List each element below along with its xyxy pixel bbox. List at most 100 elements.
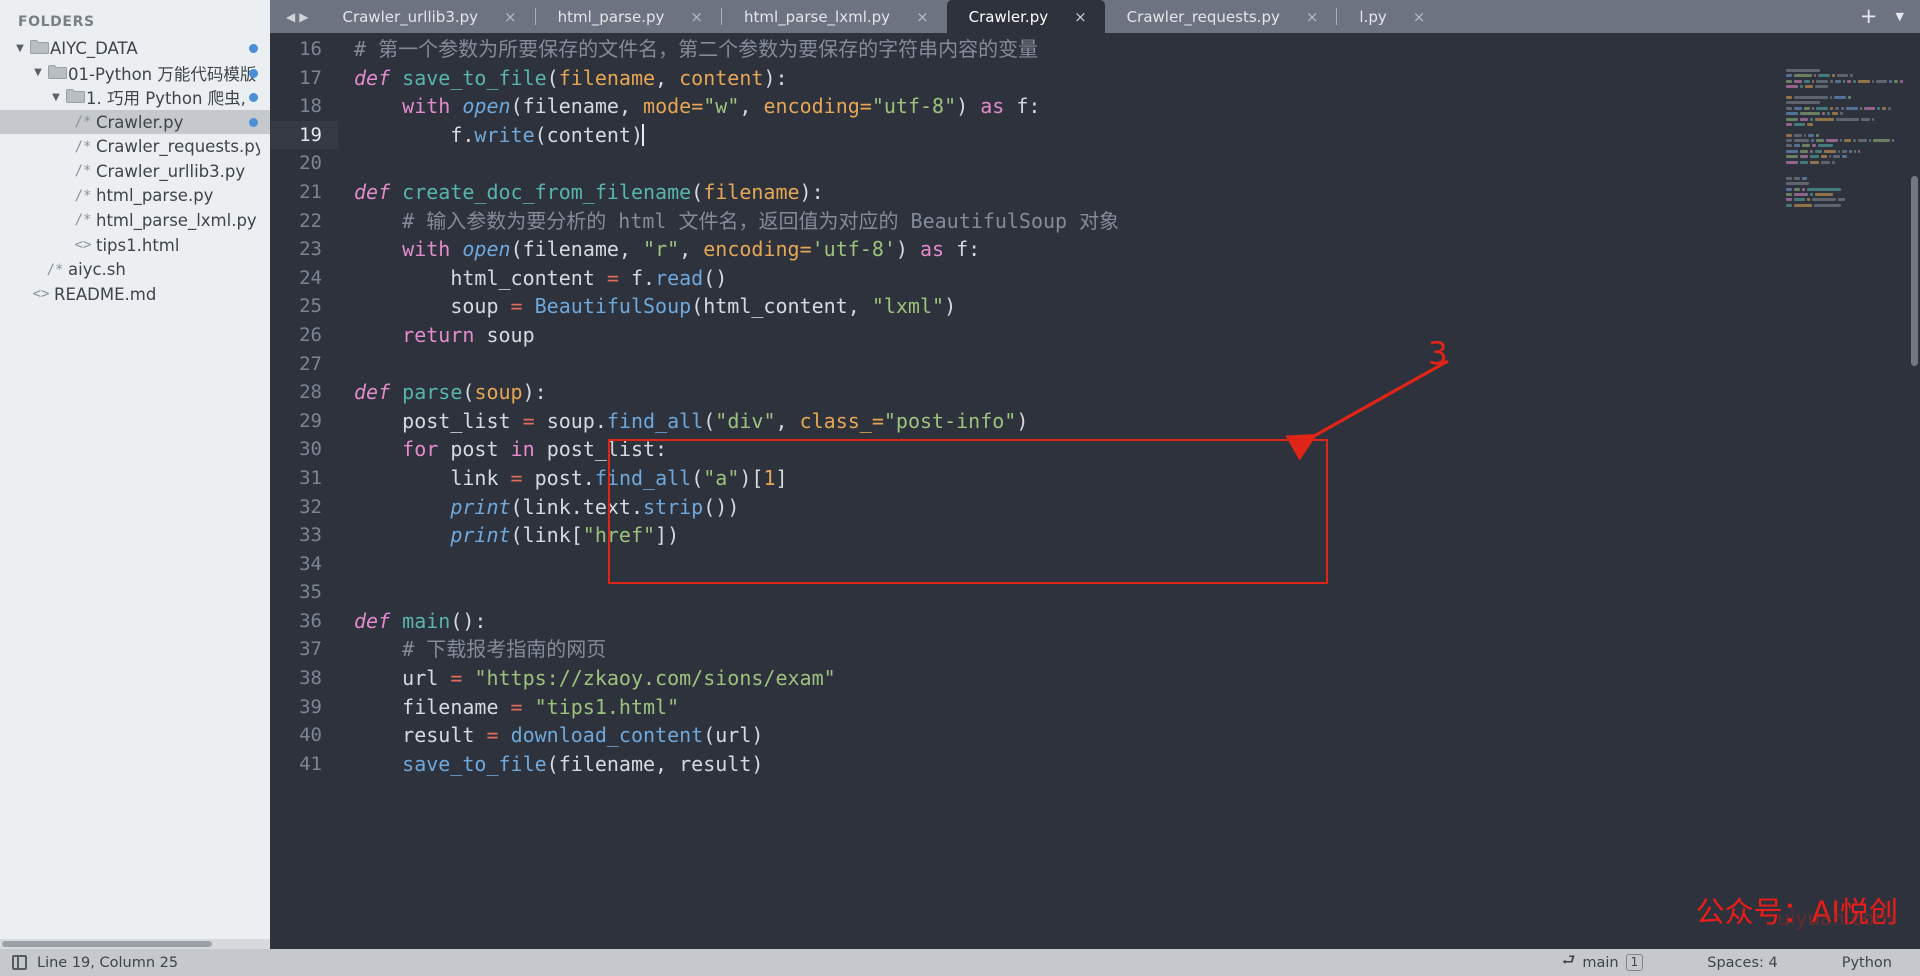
tab-close-icon[interactable]: × [504,8,535,26]
language-mode[interactable]: Python [1842,955,1892,971]
code-line-25[interactable]: 25 soup = BeautifulSoup(html_content, "l… [270,292,1920,321]
code-line-23[interactable]: 23 with open(filename, "r", encoding='ut… [270,235,1920,264]
tab-crawler-urllib3-py[interactable]: Crawler_urllib3.py × [320,0,534,33]
tree-item-html_parse.py[interactable]: /* html_parse.py [0,184,270,209]
code-line-21[interactable]: 21 def create_doc_from_filename(filename)… [270,178,1920,207]
tree-item-01-python-------[interactable]: ▼ 01-Python 万能代码模版 [0,61,270,86]
tab-prev-icon[interactable]: ◀ [286,11,295,23]
code-line-26[interactable]: 26 return soup [270,321,1920,350]
tree-item-html_parse_lxml.py[interactable]: /* html_parse_lxml.py [0,208,270,233]
tree-item-1.----python----[interactable]: ▼ 1. 巧用 Python 爬虫, [0,85,270,110]
tab-html-parse-lxml-py[interactable]: html_parse_lxml.py × [722,0,947,33]
code-line-16[interactable]: 16 # 第一个参数为所要保存的文件名，第二个参数为要保存的字符串内容的变量 [270,35,1920,64]
tree-item-label: html_parse_lxml.py [96,210,257,230]
tab-html-parse-py[interactable]: html_parse.py × [536,0,721,33]
minimap[interactable] [1786,69,1906,339]
code-text[interactable]: return soup [338,321,534,350]
code-line-41[interactable]: 41 save_to_file(filename, result) [270,750,1920,779]
code-text[interactable]: print(link["href"]) [338,521,679,550]
tree-item-crawler_urllib3.py[interactable]: /* Crawler_urllib3.py [0,159,270,184]
code-text[interactable]: filename = "tips1.html" [338,693,679,722]
code-line-28[interactable]: 28 def parse(soup): [270,378,1920,407]
tree-item-crawler.py[interactable]: /* Crawler.py [0,109,270,135]
file-tree: ▼ AIYC_DATA ▼ 01-Python 万能代码模版 ▼ 1. 巧用 Python… [0,36,270,307]
code-line-31[interactable]: 31 link = post.find_all("a")[1] [270,464,1920,493]
tab-close-icon[interactable]: × [1074,8,1105,26]
git-branch[interactable]: ⮐ main 1 [1562,950,1644,975]
tree-item-crawler_requests.py[interactable]: /* Crawler_requests.py [0,134,270,159]
sidebar-tree: FOLDERS ▼ AIYC_DATA ▼ 01-Python 万能代码模版 ▼ 1. 巧… [0,0,270,939]
code-text[interactable]: with open(filename, mode="w", encoding="… [338,92,1040,121]
code-text[interactable]: for post in post_list: [338,435,667,464]
code-line-33[interactable]: 33 print(link["href"]) [270,521,1920,550]
tree-item-aiyc_data[interactable]: ▼ AIYC_DATA [0,36,270,61]
minimap-line [1786,95,1906,99]
code-line-34[interactable]: 34 [270,550,1920,579]
code-lines[interactable]: 16 # 第一个参数为所要保存的文件名，第二个参数为要保存的字符串内容的变量 17 d… [270,33,1920,949]
tab-crawler-py[interactable]: Crawler.py × [946,0,1105,33]
code-line-30[interactable]: 30 for post in post_list: [270,435,1920,464]
code-text[interactable]: url = "https://zkaoy.com/sions/exam" [338,664,836,693]
watermark: 公众号：AI悦创 uiyuan.com [1696,889,1898,931]
expand-arrow-icon[interactable]: ▼ [48,92,64,103]
tree-item-readme.md[interactable]: <> README.md [0,282,270,307]
code-text[interactable]: print(link.text.strip()) [338,493,739,522]
tree-item-label: AIYC_DATA [50,38,138,58]
tab-close-icon[interactable]: × [916,8,947,26]
toggle-sidebar-icon[interactable] [12,955,27,970]
code-line-17[interactable]: 17 def save_to_file(filename, content): [270,64,1920,93]
code-line-27[interactable]: 27 [270,350,1920,379]
expand-arrow-icon[interactable]: ▼ [30,67,46,78]
tree-item-label: 1. 巧用 Python 爬虫, [86,89,246,109]
tree-item-tips1.html[interactable]: <> tips1.html [0,233,270,258]
minimap-line [1786,187,1906,191]
tab-l-py[interactable]: l.py × [1337,0,1443,33]
code-line-38[interactable]: 38 url = "https://zkaoy.com/sions/exam" [270,664,1920,693]
code-text[interactable]: # 下载报考指南的网页 [338,635,606,664]
code-text[interactable]: with open(filename, "r", encoding='utf-8… [338,235,980,264]
code-line-20[interactable]: 20 [270,149,1920,178]
code-text[interactable]: save_to_file(filename, result) [338,750,763,779]
code-line-32[interactable]: 32 print(link.text.strip()) [270,493,1920,522]
code-line-39[interactable]: 39 filename = "tips1.html" [270,693,1920,722]
code-text[interactable]: link = post.find_all("a")[1] [338,464,787,493]
code-line-24[interactable]: 24 html_content = f.read() [270,264,1920,293]
code-editor[interactable]: 16 # 第一个参数为所要保存的文件名，第二个参数为要保存的字符串内容的变量 17 d… [270,33,1920,949]
tab-close-icon[interactable]: × [690,8,721,26]
tab-crawler-requests-py[interactable]: Crawler_requests.py × [1105,0,1337,33]
scrollbar-thumb[interactable] [1911,176,1918,366]
code-text[interactable]: # 输入参数为要分析的 html 文件名，返回值为对应的 BeautifulSo… [338,207,1119,236]
code-line-36[interactable]: 36 def main(): [270,607,1920,636]
code-text[interactable]: post_list = soup.find_all("div", class_=… [338,407,1028,436]
code-line-35[interactable]: 35 [270,578,1920,607]
code-text[interactable]: soup = BeautifulSoup(html_content, "lxml… [338,292,956,321]
tab-menu-caret-icon[interactable]: ▼ [1896,11,1904,22]
scrollbar-thumb[interactable] [2,941,212,947]
code-text[interactable]: html_content = f.read() [338,264,727,293]
code-text[interactable]: # 第一个参数为所要保存的文件名，第二个参数为要保存的字符串内容的变量 [338,35,1038,64]
code-text[interactable]: def save_to_file(filename, content): [338,64,788,93]
tab-next-icon[interactable]: ▶ [299,11,308,23]
line-number: 19 [270,120,338,150]
tab-nav-arrows[interactable]: ◀ ▶ [270,0,320,33]
code-line-18[interactable]: 18 with open(filename, mode="w", encodin… [270,92,1920,121]
editor-vertical-scrollbar[interactable] [1909,66,1920,949]
expand-arrow-icon[interactable]: ▼ [12,43,28,54]
code-line-37[interactable]: 37 # 下载报考指南的网页 [270,635,1920,664]
code-text[interactable]: def main(): [338,607,486,636]
code-text[interactable]: def parse(soup): [338,378,547,407]
new-tab-icon[interactable]: + [1860,6,1878,27]
code-line-29[interactable]: 29 post_list = soup.find_all("div", clas… [270,407,1920,436]
code-line-22[interactable]: 22 # 输入参数为要分析的 html 文件名，返回值为对应的 Beautifu… [270,207,1920,236]
code-text[interactable]: f.write(content) [338,121,645,150]
tab-close-icon[interactable]: × [1306,8,1337,26]
code-line-40[interactable]: 40 result = download_content(url) [270,721,1920,750]
code-line-19[interactable]: 19 f.write(content) [270,120,1920,150]
sidebar-horizontal-scrollbar[interactable] [0,939,270,949]
minimap-line [1786,203,1906,207]
tab-close-icon[interactable]: × [1413,8,1444,26]
indentation-setting[interactable]: Spaces: 4 [1707,955,1777,971]
tree-item-aiyc.sh[interactable]: /* aiyc.sh [0,257,270,282]
code-text[interactable]: def create_doc_from_filename(filename): [338,178,824,207]
code-text[interactable]: result = download_content(url) [338,721,763,750]
